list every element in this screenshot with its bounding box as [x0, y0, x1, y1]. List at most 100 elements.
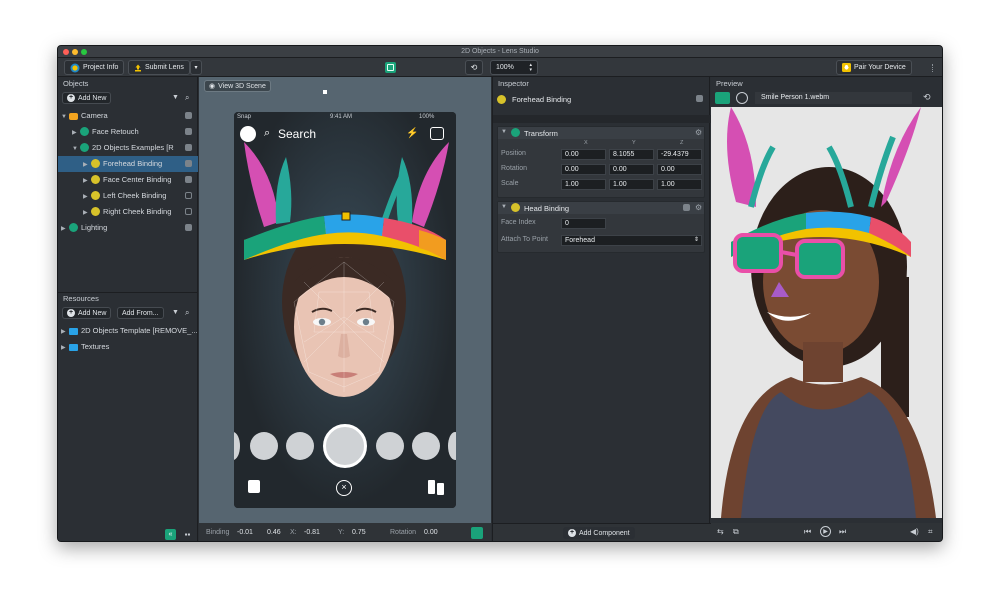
expand-arrow-icon[interactable]: ▶ [83, 157, 91, 173]
expand-arrow-icon[interactable]: ▼ [72, 141, 80, 157]
add-component-button[interactable]: + Add Component [563, 527, 635, 539]
avatar[interactable] [240, 126, 256, 142]
capture-button[interactable] [323, 424, 367, 468]
chat-icon[interactable] [248, 480, 260, 493]
expand-arrow-icon[interactable]: ▶ [61, 340, 69, 356]
resource-label-template: 2D Objects Template [REMOVE_... [81, 326, 198, 335]
skip-back-icon[interactable]: ⏮ [804, 527, 811, 537]
submit-dropdown-button[interactable]: ▾ [190, 60, 202, 75]
lens-carousel-item[interactable] [448, 432, 456, 460]
object-row-camera[interactable]: ▼ Camera [58, 108, 198, 124]
lens-carousel-item[interactable] [412, 432, 440, 460]
search-icon[interactable]: ⌕ [185, 93, 189, 103]
visibility-checkbox[interactable] [185, 208, 192, 215]
close-lens-icon[interactable]: × [336, 480, 352, 496]
face-index-field[interactable]: 0 [561, 218, 606, 229]
visibility-checkbox[interactable] [185, 192, 192, 199]
enabled-checkbox[interactable] [696, 95, 703, 102]
preview-video-select[interactable]: Smile Person 1.webm [755, 92, 912, 104]
visibility-checkbox[interactable] [185, 224, 192, 231]
scene-viewport[interactable]: ◉ View 3D Scene Snap 9:41 AM 100% ⌕ Sear… [199, 77, 491, 541]
project-info-button[interactable]: Project Info [64, 60, 125, 75]
component-enabled-checkbox[interactable] [683, 204, 690, 211]
person-preview-toggle-icon[interactable] [715, 92, 730, 104]
objects-add-new-button[interactable]: + Add New [62, 92, 112, 104]
scale-z-field[interactable]: 1.00 [657, 179, 702, 190]
submit-lens-button[interactable]: Submit Lens [128, 60, 190, 75]
object-row-face-retouch[interactable]: ▶ Face Retouch [58, 124, 198, 140]
pair-device-button[interactable]: Pair Your Device [836, 60, 912, 75]
object-row-right-cheek-binding[interactable]: ▶ Right Cheek Binding [58, 204, 198, 220]
object-row-left-cheek-binding[interactable]: ▶ Left Cheek Binding [58, 188, 198, 204]
position-z-field[interactable]: -29.4379 [657, 149, 702, 160]
lens-carousel-item[interactable] [286, 432, 314, 460]
phone-search-label[interactable]: Search [278, 127, 316, 141]
expand-arrow-icon[interactable]: ▶ [83, 173, 91, 189]
resource-row-template[interactable]: ▶ 2D Objects Template [REMOVE_... [58, 323, 198, 339]
transform-handle[interactable] [323, 90, 327, 94]
volume-icon[interactable]: ◀) [910, 527, 919, 536]
refresh-icon[interactable]: ⟲ [923, 92, 931, 103]
add-from-button[interactable]: Add From... [117, 307, 164, 319]
filter-icon[interactable]: ▼ [172, 309, 179, 316]
scale-x-field[interactable]: 1.00 [561, 179, 606, 190]
head-binding-icon [91, 207, 100, 216]
visibility-checkbox[interactable] [185, 176, 192, 183]
grid-view-icon[interactable]: ▪▪ [182, 529, 193, 540]
visibility-checkbox[interactable] [185, 128, 192, 135]
filter-icon[interactable]: ▼ [172, 94, 179, 101]
object-row-lighting[interactable]: ▶ Lighting [58, 220, 198, 236]
resources-add-new-button[interactable]: + Add New [62, 307, 112, 319]
lens-carousel-item[interactable] [376, 432, 404, 460]
collapse-arrow-icon[interactable]: ▼ [501, 204, 509, 210]
stories-icon[interactable] [428, 480, 435, 494]
rotation-x-field[interactable]: 0.00 [561, 164, 606, 175]
zoom-select[interactable]: 100% ▴ ▾ [490, 60, 538, 75]
gear-icon[interactable]: ⚙ [695, 128, 702, 137]
resource-row-textures[interactable]: ▶ Textures [58, 339, 198, 355]
visibility-checkbox[interactable] [185, 112, 192, 119]
copy-icon[interactable]: ⧉ [733, 527, 739, 537]
expand-arrow-icon[interactable]: ▶ [72, 125, 80, 141]
object-row-2d-objects-examples[interactable]: ▼ 2D Objects Examples [R [58, 140, 198, 156]
play-icon[interactable]: ▶ [820, 526, 831, 537]
swap-camera-icon[interactable]: ⇆ [717, 527, 724, 536]
object-row-forehead-binding[interactable]: ▶ Forehead Binding [58, 156, 198, 172]
expand-arrow-icon[interactable]: ▶ [83, 189, 91, 205]
expand-arrow-icon[interactable]: ▶ [61, 221, 69, 237]
rotation-y-field[interactable]: 0.00 [609, 164, 654, 175]
expand-arrow-icon[interactable]: ▶ [61, 324, 69, 340]
lens-carousel-item[interactable] [250, 432, 278, 460]
visibility-checkbox[interactable] [185, 160, 192, 167]
transform-header[interactable]: ▼ Transform ⚙ [498, 127, 704, 139]
webcam-icon[interactable] [736, 92, 748, 104]
visibility-checkbox[interactable] [185, 144, 192, 151]
crop-icon[interactable]: ⌗ [928, 527, 933, 537]
gear-icon[interactable]: ⚙ [695, 203, 702, 212]
scale-y-field[interactable]: 1.00 [609, 179, 654, 190]
position-x-field[interactable]: 0.00 [561, 149, 606, 160]
collapse-arrow-icon[interactable]: ▼ [501, 129, 509, 135]
flip-camera-icon[interactable] [430, 127, 444, 140]
view-3d-scene-button[interactable]: ◉ View 3D Scene [204, 80, 271, 92]
preview-controls: ⇆ ⧉ ⏮ ▶ ⏭ ◀) ⌗ [711, 523, 942, 541]
head-binding-header[interactable]: ▼ Head Binding ⚙ [498, 202, 704, 214]
expand-arrow-icon[interactable]: ▶ [83, 205, 91, 221]
position-y-field[interactable]: 8.1055 [609, 149, 654, 160]
stepper-icon: ⇕ [693, 237, 699, 243]
search-icon[interactable]: ⌕ [185, 308, 189, 318]
rotation-z-field[interactable]: 0.00 [657, 164, 702, 175]
snapcode-icon[interactable] [385, 62, 396, 73]
gizmo-toggle-icon[interactable] [471, 527, 483, 539]
object-row-face-center-binding[interactable]: ▶ Face Center Binding [58, 172, 198, 188]
reset-preview-button[interactable]: ⟲ [465, 60, 483, 75]
axis-y-label: Y [632, 140, 636, 146]
collapse-panel-icon[interactable]: « [165, 529, 176, 540]
folder-icon [69, 328, 78, 335]
main-toolbar: Project Info Submit Lens ▾ ⟲ 100% ▴ ▾ Pai… [58, 58, 942, 77]
skip-forward-icon[interactable]: ⏭ [839, 527, 846, 537]
attach-to-point-select[interactable]: Forehead ⇕ [561, 235, 702, 246]
flash-off-icon[interactable]: ⚡ [406, 128, 418, 139]
toolbar-overflow-icon[interactable] [932, 64, 934, 72]
expand-arrow-icon[interactable]: ▼ [61, 109, 69, 125]
